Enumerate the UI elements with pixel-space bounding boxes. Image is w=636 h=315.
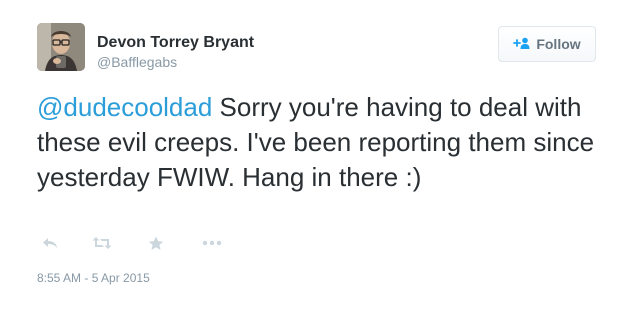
favorite-icon[interactable] (143, 233, 169, 253)
reply-icon[interactable] (37, 233, 63, 253)
tweet-text: @dudecooldad Sorry you're having to deal… (37, 90, 607, 195)
tweet-card: Devon Torrey Bryant @Bafflegabs Follow @… (0, 0, 636, 315)
tweet-timestamp[interactable]: 8:55 AM - 5 Apr 2015 (37, 270, 150, 286)
more-icon[interactable] (199, 233, 225, 253)
user-name[interactable]: Devon Torrey Bryant (97, 33, 254, 53)
retweet-icon[interactable] (89, 233, 115, 253)
user-handle[interactable]: @Bafflegabs (97, 53, 177, 71)
follow-button-label: Follow (536, 36, 581, 52)
avatar[interactable] (37, 23, 85, 71)
mention-link[interactable]: @dudecooldad (37, 92, 212, 122)
follow-button[interactable]: Follow (498, 26, 596, 62)
add-user-icon (513, 36, 531, 52)
avatar-photo (37, 23, 85, 71)
